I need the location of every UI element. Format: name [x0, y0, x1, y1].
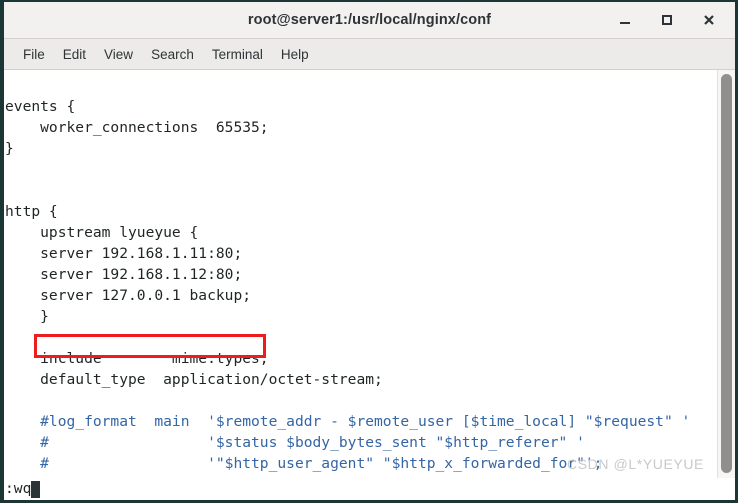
- vertical-scrollbar[interactable]: [717, 70, 735, 478]
- maximize-icon[interactable]: [659, 12, 675, 28]
- minimize-icon[interactable]: [617, 12, 633, 28]
- config-line: [4, 474, 717, 478]
- config-line: events {: [5, 98, 76, 115]
- terminal-window: root@server1:/usr/local/nginx/conf File …: [0, 0, 738, 503]
- config-line: include mime.types;: [5, 350, 269, 367]
- config-line: [4, 159, 717, 180]
- menu-item-search[interactable]: Search: [142, 44, 203, 65]
- window-controls: [617, 12, 735, 28]
- terminal-text-area[interactable]: events { worker_connections 65535;} http …: [4, 70, 717, 478]
- title-bar: root@server1:/usr/local/nginx/conf: [4, 2, 735, 39]
- config-line: server 192.168.1.12:80;: [5, 266, 243, 283]
- config-line: [4, 390, 717, 411]
- config-line: http {: [5, 203, 58, 220]
- watermark: CSDN @L*YUEYUE: [567, 456, 704, 472]
- config-line: #log_format main '$remote_addr - $remote…: [5, 413, 691, 430]
- menu-item-view[interactable]: View: [95, 44, 142, 65]
- menu-item-help[interactable]: Help: [272, 44, 318, 65]
- config-line: # '$status $body_bytes_sent "$http_refer…: [5, 434, 585, 451]
- config-line: upstream lyueyue {: [5, 224, 199, 241]
- config-line: server 127.0.0.1 backup;: [5, 287, 252, 304]
- config-line: worker_connections 65535;: [5, 119, 269, 136]
- menu-bar: File Edit View Search Terminal Help: [4, 39, 735, 70]
- menu-item-edit[interactable]: Edit: [54, 44, 95, 65]
- vim-command-text: :wq: [5, 480, 32, 497]
- terminal-body: events { worker_connections 65535;} http …: [4, 70, 735, 478]
- scrollbar-thumb[interactable]: [721, 74, 732, 473]
- config-file-content: events { worker_connections 65535;} http …: [4, 70, 717, 478]
- menu-item-file[interactable]: File: [14, 44, 54, 65]
- menu-item-terminal[interactable]: Terminal: [203, 44, 272, 65]
- config-line: [4, 327, 717, 348]
- config-line: default_type application/octet-stream;: [5, 371, 383, 388]
- close-icon[interactable]: [701, 12, 717, 28]
- config-line: }: [5, 140, 14, 157]
- text-cursor: [31, 480, 41, 498]
- config-line: }: [5, 308, 49, 325]
- config-line: server 192.168.1.11:80;: [5, 245, 243, 262]
- config-line: [4, 180, 717, 201]
- vim-status-line: :wq: [4, 478, 735, 500]
- config-line: [4, 75, 717, 96]
